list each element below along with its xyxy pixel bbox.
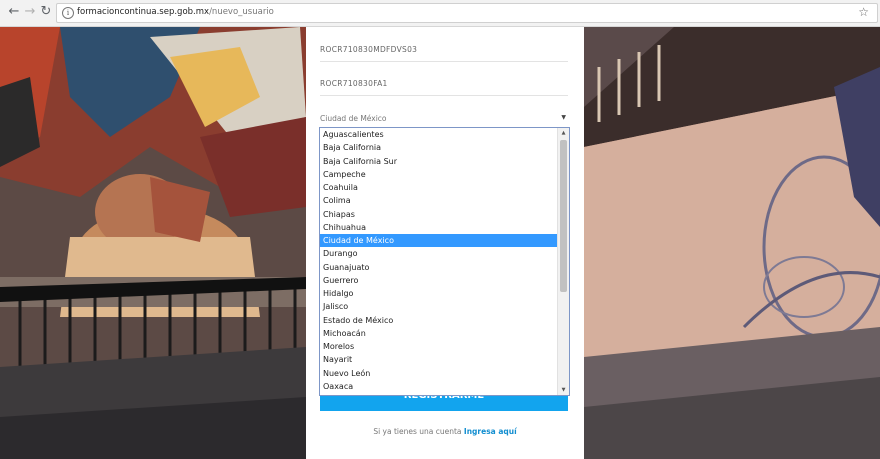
- bookmark-star-icon[interactable]: ☆: [858, 5, 869, 19]
- address-bar[interactable]: i formacioncontinua.sep.gob.mx/nuevo_usu…: [56, 3, 878, 23]
- dropdown-option[interactable]: Jalisco: [320, 300, 557, 313]
- url-text[interactable]: formacioncontinua.sep.gob.mx/nuevo_usuar…: [77, 7, 274, 17]
- dropdown-option[interactable]: Baja California Sur: [320, 155, 557, 168]
- dropdown-option[interactable]: Baja California: [320, 141, 557, 154]
- reload-icon[interactable]: ↻: [38, 4, 54, 20]
- dropdown-option[interactable]: Oaxaca: [320, 380, 557, 393]
- dropdown-option[interactable]: Guanajuato: [320, 261, 557, 274]
- dropdown-option[interactable]: Coahuila: [320, 181, 557, 194]
- dropdown-options: Aguascalientes Baja California Baja Califo…: [320, 128, 557, 393]
- dropdown-option[interactable]: Nayarit: [320, 353, 557, 366]
- scrollbar-thumb[interactable]: [560, 140, 567, 292]
- dropdown-scrollbar[interactable]: ▲ ▼: [557, 128, 569, 395]
- dropdown-option[interactable]: Chiapas: [320, 208, 557, 221]
- scroll-up-icon[interactable]: ▲: [558, 128, 569, 138]
- rfc-value: ROCR710830FA1: [320, 79, 388, 88]
- dropdown-option[interactable]: Guerrero: [320, 274, 557, 287]
- state-dropdown-list[interactable]: Aguascalientes Baja California Baja Califo…: [319, 127, 570, 396]
- info-icon[interactable]: i: [62, 7, 74, 19]
- mural-left-image: [0, 27, 306, 459]
- dropdown-option[interactable]: Morelos: [320, 340, 557, 353]
- state-select[interactable]: Ciudad de México ▼: [320, 111, 568, 128]
- rfc-field[interactable]: ROCR710830FA1: [320, 71, 568, 96]
- state-select-value: Ciudad de México: [320, 114, 387, 123]
- login-prompt-text: Si ya tienes una cuenta: [373, 427, 462, 436]
- dropdown-arrow-icon[interactable]: ▼: [561, 114, 566, 121]
- dropdown-option[interactable]: Colima: [320, 194, 557, 207]
- dropdown-option[interactable]: Ciudad de México: [320, 234, 557, 248]
- scroll-down-icon[interactable]: ▼: [558, 385, 569, 395]
- dropdown-option[interactable]: Estado de México: [320, 314, 557, 327]
- mural-right-image: [584, 27, 880, 459]
- dropdown-option[interactable]: Chihuahua: [320, 221, 557, 234]
- login-prompt: Si ya tienes una cuenta Ingresa aquí: [306, 427, 584, 436]
- curp-field[interactable]: ROCR710830MDFDVS03: [320, 37, 568, 62]
- login-link[interactable]: Ingresa aquí: [464, 427, 517, 436]
- dropdown-option[interactable]: Hidalgo: [320, 287, 557, 300]
- dropdown-option[interactable]: Nuevo León: [320, 367, 557, 380]
- browser-toolbar: ← → ↻ i formacioncontinua.sep.gob.mx/nue…: [0, 0, 880, 27]
- curp-value: ROCR710830MDFDVS03: [320, 45, 418, 54]
- back-arrow-icon[interactable]: ←: [6, 4, 22, 20]
- forward-arrow-icon[interactable]: →: [22, 4, 38, 20]
- dropdown-option[interactable]: Aguascalientes: [320, 128, 557, 141]
- dropdown-option[interactable]: Michoacán: [320, 327, 557, 340]
- dropdown-option[interactable]: Campeche: [320, 168, 557, 181]
- dropdown-option[interactable]: Durango: [320, 247, 557, 260]
